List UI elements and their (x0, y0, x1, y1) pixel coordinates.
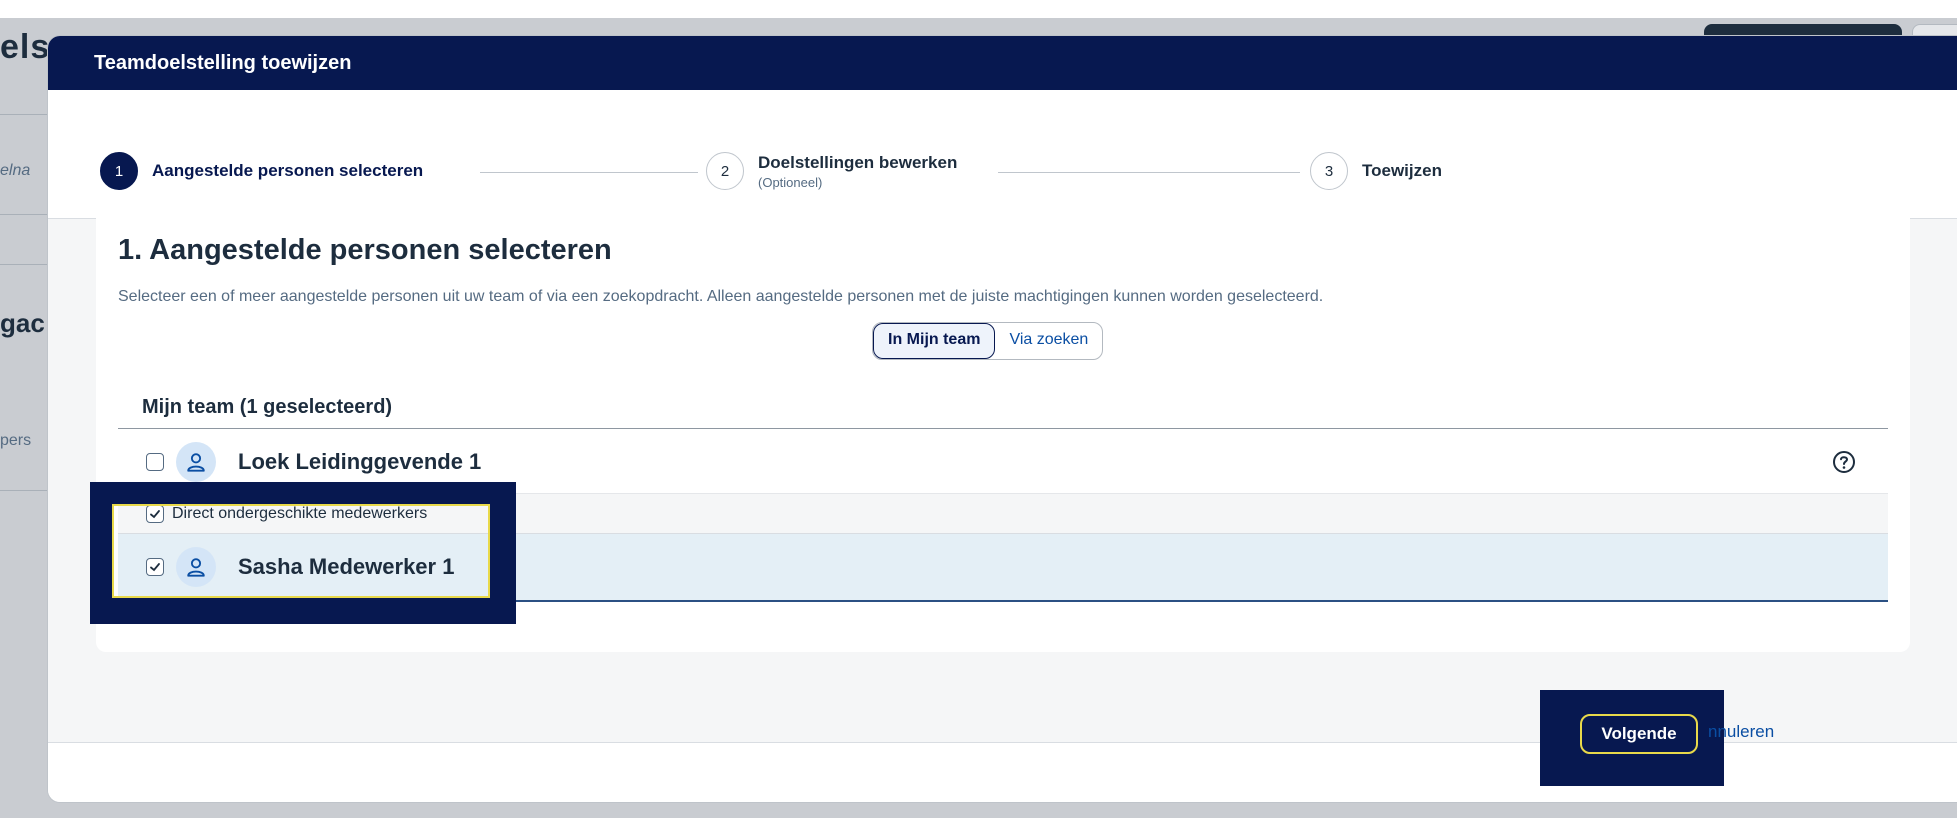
direct-reports-label: Direct ondergeschikte medewerkers (172, 504, 428, 522)
team-member-row-selected[interactable]: Sasha Medewerker 1 (118, 534, 1888, 602)
step-3-label: Toewijzen (1362, 161, 1442, 180)
background-top-strip (0, 0, 1957, 18)
direct-reports-option[interactable]: Direct ondergeschikte medewerkers (118, 494, 1888, 534)
toggle-in-my-team[interactable]: In Mijn team (873, 323, 996, 359)
assign-team-goal-dialog: Teamdoelstelling toewijzen 1 Aangestelde… (48, 36, 1957, 802)
team-group-title: Mijn team (1 geselecteerd) (142, 396, 393, 418)
dialog-header: Teamdoelstelling toewijzen (48, 36, 1957, 90)
section-title: 1. Aangestelde personen selecteren (118, 234, 612, 266)
step-1[interactable]: 1 Aangestelde personen selecteren (100, 152, 423, 190)
dialog-title: Teamdoelstelling toewijzen (94, 52, 352, 74)
group-divider (118, 428, 1888, 429)
step-1-number: 1 (100, 152, 138, 190)
person-icon (187, 558, 205, 577)
selection-mode-toggle: In Mijn team Via zoeken (872, 322, 1104, 360)
checkmark-icon (150, 509, 160, 518)
step-2-sublabel: (Optioneel) (758, 174, 823, 190)
background-side-text-3: pers (0, 432, 32, 449)
step-2-label-group: Doelstellingen bewerken (Optioneel) (758, 153, 957, 190)
cancel-button[interactable]: nnuleren (1708, 722, 1774, 742)
step-2-number: 2 (706, 152, 744, 190)
direct-reports-checkbox[interactable] (146, 504, 164, 523)
background-side-text-1: elna (0, 162, 31, 179)
toggle-via-search[interactable]: Via zoeken (995, 323, 1102, 359)
step-connector (480, 172, 698, 173)
step-2-label: Doelstellingen bewerken (758, 152, 958, 172)
member-name[interactable]: Sasha Medewerker 1 (238, 554, 454, 580)
section-description: Selecteer een of meer aangestelde person… (118, 288, 1324, 305)
help-icon[interactable] (1832, 450, 1856, 479)
step-content-card: 1. Aangestelde personen selecteren Selec… (96, 206, 1910, 652)
avatar (176, 547, 216, 587)
next-button[interactable]: Volgende (1580, 714, 1698, 754)
background-page-title-fragment: els (0, 28, 51, 66)
step-1-label: Aangestelde personen selecteren (152, 161, 424, 180)
team-member-row[interactable]: Loek Leidinggevende 1 (118, 430, 1888, 494)
wizard-stepper: 1 Aangestelde personen selecteren 2 Doel… (48, 90, 1957, 219)
member-checkbox[interactable] (146, 452, 164, 471)
step-3[interactable]: 3 Toewijzen (1310, 152, 1442, 190)
step-connector (998, 172, 1300, 173)
member-name[interactable]: Loek Leidinggevende 1 (238, 449, 481, 475)
step-2[interactable]: 2 Doelstellingen bewerken (Optioneel) (706, 152, 957, 190)
avatar (176, 441, 216, 482)
member-checkbox[interactable] (146, 558, 164, 576)
person-icon (187, 452, 205, 472)
checkmark-icon (150, 563, 160, 572)
step-3-number: 3 (1310, 152, 1348, 190)
background-side-text-2: gac (0, 308, 45, 338)
